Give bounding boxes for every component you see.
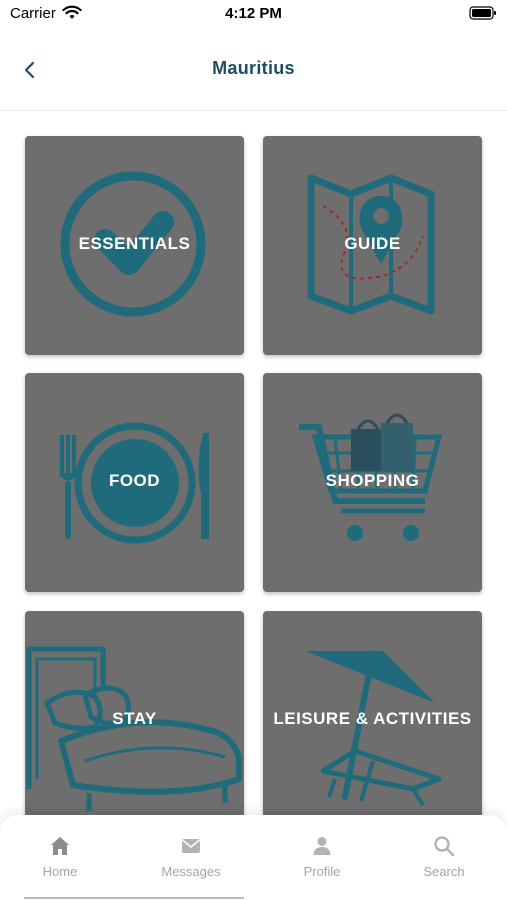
tab-label-search: Search bbox=[423, 864, 465, 879]
tab-search[interactable]: Search bbox=[381, 815, 507, 895]
category-grid: ESSENTIALS GUIDE FOOD SHOPPING STAY LEIS… bbox=[0, 0, 507, 900]
tile-guide[interactable]: GUIDE bbox=[263, 136, 482, 355]
tab-messages[interactable]: Messages bbox=[128, 815, 254, 895]
tile-label-leisure: LEISURE & ACTIVITIES bbox=[273, 709, 472, 728]
tab-label-home: Home bbox=[42, 864, 78, 879]
tile-leisure-activities[interactable]: LEISURE & ACTIVITIES bbox=[263, 611, 482, 830]
tile-label-food: FOOD bbox=[108, 471, 161, 490]
tab-profile[interactable]: Profile bbox=[259, 815, 385, 895]
tile-label-essentials: ESSENTIALS bbox=[78, 234, 191, 253]
user-icon bbox=[313, 837, 331, 855]
search-icon bbox=[434, 836, 455, 857]
tile-label-guide: GUIDE bbox=[344, 234, 401, 253]
tile-stay[interactable]: STAY bbox=[25, 611, 244, 830]
tab-home[interactable]: Home bbox=[0, 815, 123, 895]
home-icon bbox=[51, 837, 69, 855]
tab-label-messages: Messages bbox=[161, 864, 221, 879]
tab-bar: Home Messages Profile Search bbox=[0, 815, 507, 900]
tile-label-stay: STAY bbox=[112, 709, 157, 728]
tab-label-profile: Profile bbox=[303, 864, 341, 879]
tile-label-shopping: SHOPPING bbox=[325, 471, 420, 490]
tile-shopping[interactable]: SHOPPING bbox=[263, 373, 482, 592]
home-indicator bbox=[24, 897, 244, 899]
envelope-icon bbox=[181, 839, 201, 853]
tile-essentials[interactable]: ESSENTIALS bbox=[25, 136, 244, 355]
tile-food[interactable]: FOOD bbox=[25, 373, 244, 592]
